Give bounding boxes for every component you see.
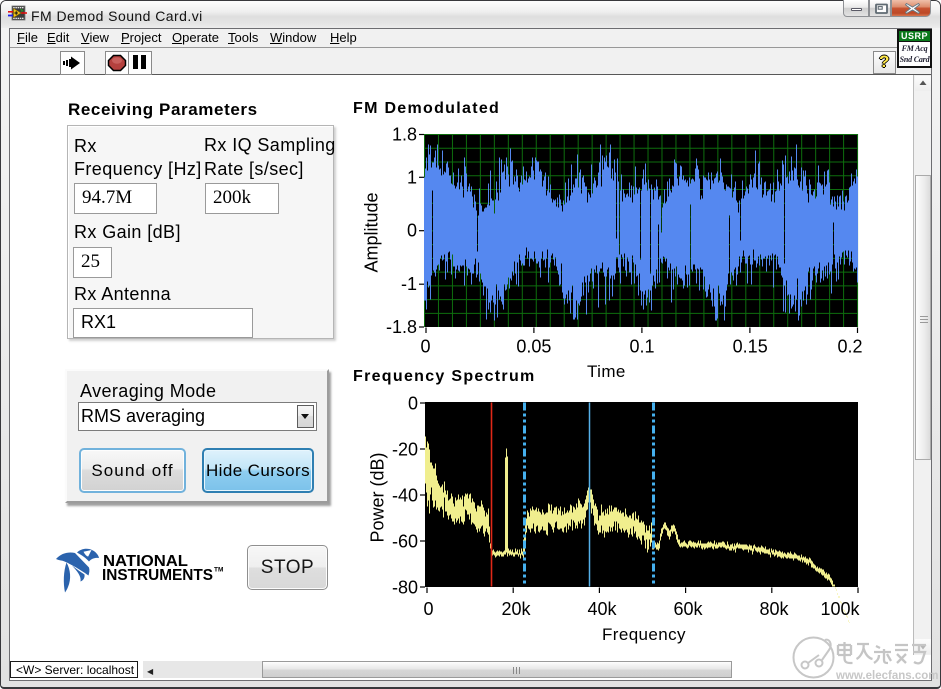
svg-text:0: 0 [408, 394, 418, 414]
svg-text:0.1: 0.1 [629, 337, 654, 357]
svg-text:0: 0 [420, 337, 430, 357]
svg-text:-20: -20 [392, 440, 418, 460]
svg-text:100k: 100k [820, 599, 860, 619]
svg-text:60k: 60k [673, 599, 703, 619]
svg-text:INSTRUMENTS: INSTRUMENTS [102, 567, 213, 584]
svg-text:-40: -40 [392, 486, 418, 506]
svg-text:0: 0 [423, 599, 433, 619]
svg-text:80k: 80k [759, 599, 789, 619]
svg-text:0: 0 [407, 221, 417, 241]
svg-text:-80: -80 [392, 578, 418, 598]
svg-text:TM: TM [214, 567, 223, 574]
svg-text:0.15: 0.15 [733, 337, 768, 357]
svg-text:40k: 40k [587, 599, 617, 619]
svg-text:-1: -1 [401, 274, 417, 294]
svg-text:-60: -60 [392, 532, 418, 552]
svg-text:0.2: 0.2 [837, 337, 862, 357]
svg-text:1.8: 1.8 [392, 125, 417, 145]
svg-text:20k: 20k [501, 599, 531, 619]
svg-text:-1.8: -1.8 [386, 317, 417, 337]
svg-text:0.05: 0.05 [516, 337, 551, 357]
svg-text:1: 1 [407, 167, 417, 187]
svg-text:www.elecfans.com: www.elecfans.com [835, 670, 938, 682]
